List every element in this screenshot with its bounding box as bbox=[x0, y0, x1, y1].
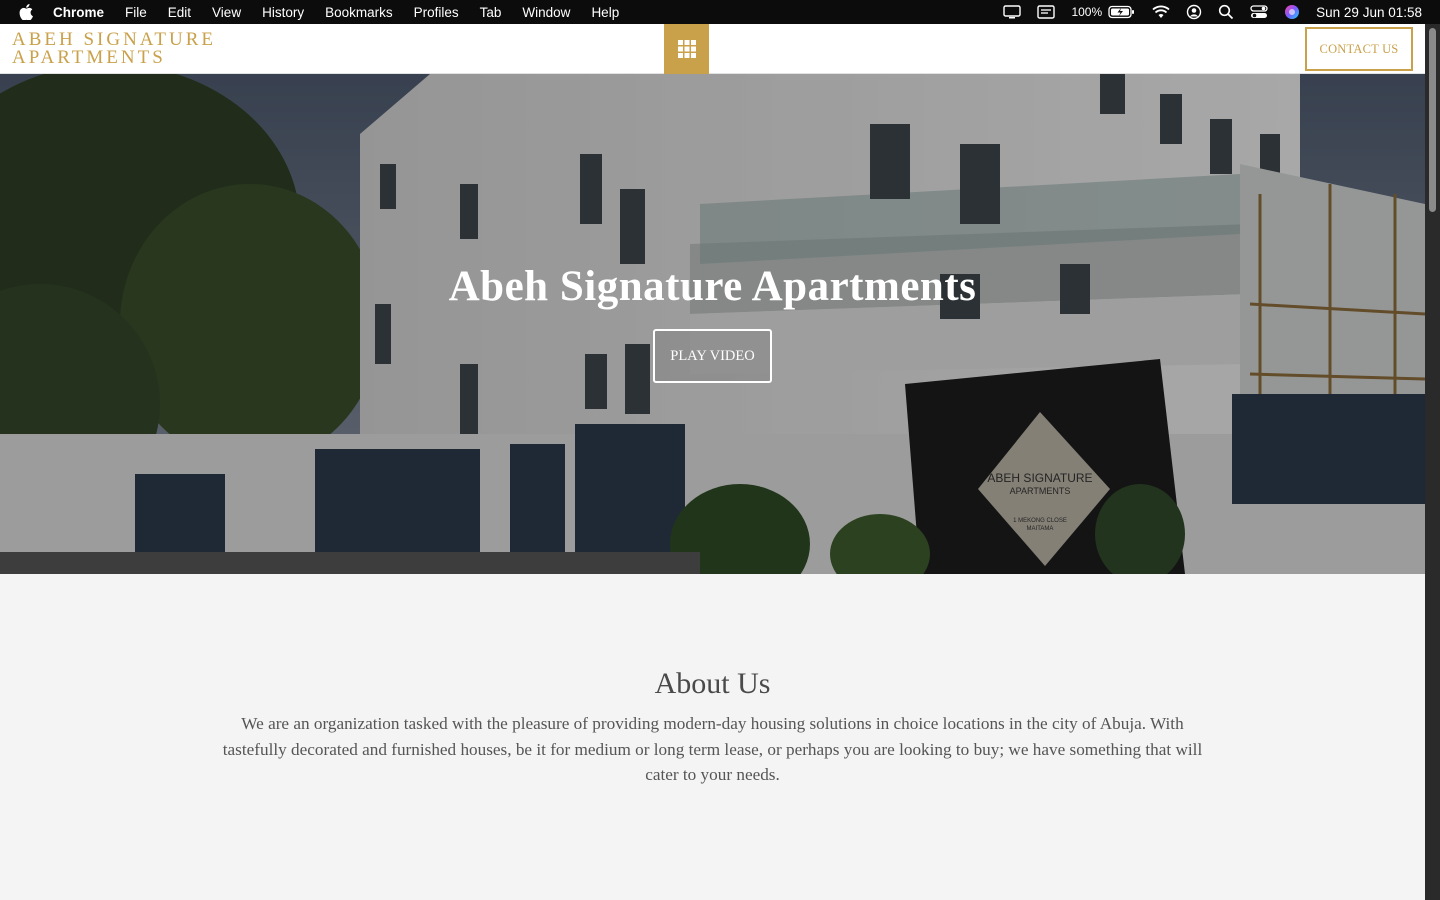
page-scrollbar[interactable] bbox=[1425, 24, 1440, 900]
menu-tab[interactable]: Tab bbox=[480, 5, 502, 20]
scrollbar-thumb[interactable] bbox=[1429, 28, 1436, 212]
siri-icon[interactable] bbox=[1284, 4, 1300, 20]
contact-us-button[interactable]: CONTACT US bbox=[1305, 27, 1413, 71]
battery-icon[interactable] bbox=[1108, 5, 1136, 19]
menu-view[interactable]: View bbox=[212, 5, 241, 20]
menu-bookmarks[interactable]: Bookmarks bbox=[325, 5, 393, 20]
about-body: We are an organization tasked with the p… bbox=[222, 714, 1203, 785]
apple-icon[interactable] bbox=[19, 4, 35, 20]
about-heading: About Us bbox=[654, 667, 771, 700]
logo-line-2: APARTMENTS bbox=[12, 47, 166, 68]
display-icon[interactable] bbox=[1003, 5, 1022, 19]
user-account-icon[interactable] bbox=[1186, 4, 1202, 20]
reader-icon[interactable] bbox=[1037, 5, 1056, 19]
site-header: ABEH SIGNATURE APARTMENTS CONTACT US bbox=[0, 24, 1425, 74]
about-section: About Us We are an organization tasked w… bbox=[0, 574, 1425, 900]
spotlight-search-icon[interactable] bbox=[1218, 4, 1234, 20]
hero-overlay bbox=[0, 74, 1425, 574]
hero-title: Abeh Signature Apartments bbox=[448, 263, 977, 310]
clock[interactable]: Sun 29 Jun 01:58 bbox=[1316, 5, 1422, 20]
browser-viewport: ABEH SIGNATURE APARTMENTS CONTACT US ABE… bbox=[0, 24, 1425, 900]
hero-section: ABEH SIGNATURE APARTMENTS 1 MEKONG CLOSE… bbox=[0, 74, 1425, 574]
play-video-button[interactable]: PLAY VIDEO bbox=[653, 329, 772, 383]
menu-grid-button[interactable] bbox=[664, 24, 709, 74]
menu-file[interactable]: File bbox=[125, 5, 147, 20]
menu-history[interactable]: History bbox=[262, 5, 304, 20]
macos-menu-bar: Chrome File Edit View History Bookmarks … bbox=[0, 0, 1440, 24]
menu-profiles[interactable]: Profiles bbox=[414, 5, 459, 20]
wifi-icon[interactable] bbox=[1152, 5, 1170, 19]
battery-percent: 100% bbox=[1071, 5, 1103, 19]
site-logo[interactable]: ABEH SIGNATURE APARTMENTS bbox=[12, 30, 216, 68]
menu-window[interactable]: Window bbox=[522, 5, 570, 20]
control-center-icon[interactable] bbox=[1250, 4, 1268, 20]
menu-edit[interactable]: Edit bbox=[168, 5, 191, 20]
menu-help[interactable]: Help bbox=[591, 5, 619, 20]
menu-app-chrome[interactable]: Chrome bbox=[53, 5, 104, 20]
status-area: 100% Sun 29 Jun 01:58 bbox=[987, 0, 1422, 24]
grid-icon bbox=[677, 40, 696, 58]
